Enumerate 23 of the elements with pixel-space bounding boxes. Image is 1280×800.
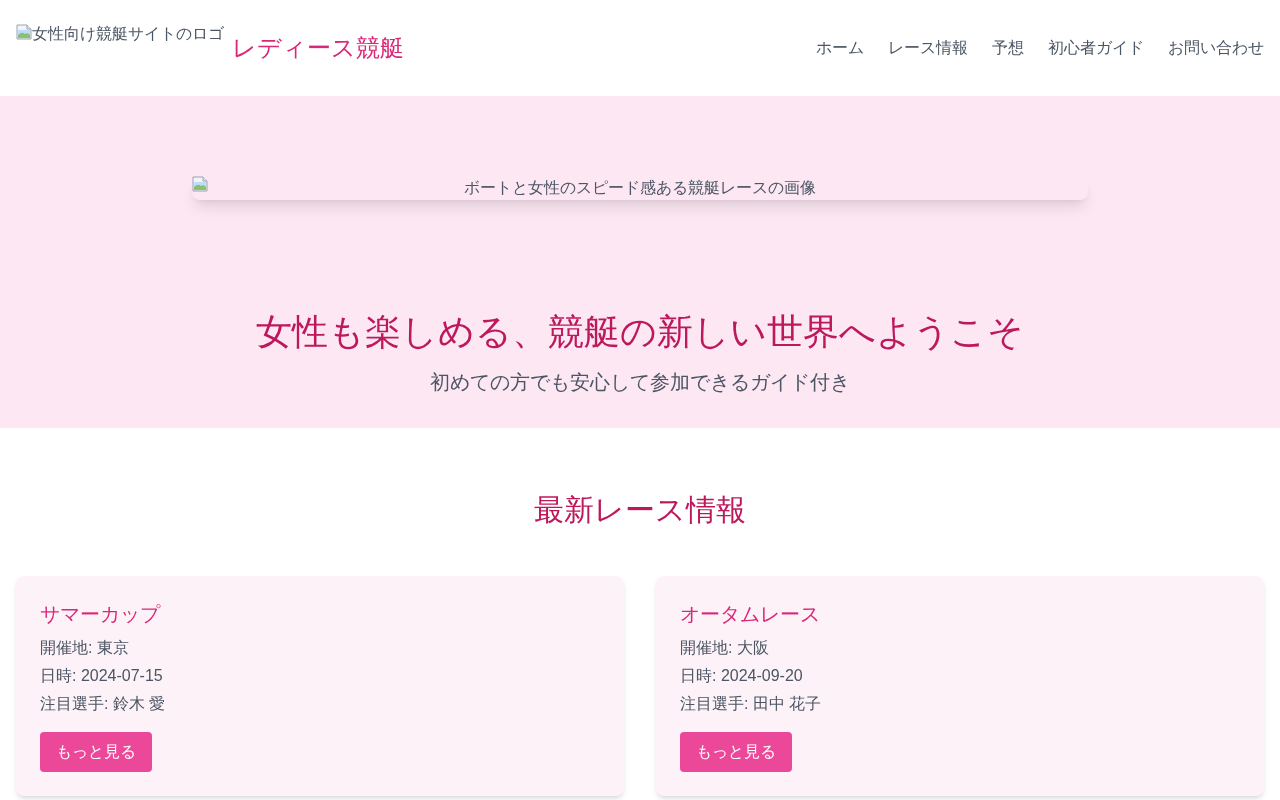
- race-venue: 開催地: 東京: [40, 638, 130, 658]
- nav-link[interactable]: ホーム: [816, 36, 864, 60]
- nav-link[interactable]: 初心者ガイド: [1048, 36, 1144, 60]
- logo-alt-text: 女性向け競艇サイトのロゴ: [32, 24, 224, 44]
- nav-link[interactable]: 予想: [992, 36, 1024, 60]
- site-title: レディース競艇: [232, 33, 404, 63]
- race-name: オータムレース: [680, 602, 820, 627]
- more-button[interactable]: もっと見る: [40, 732, 152, 772]
- section-heading: 最新レース情報: [533, 492, 747, 528]
- hero-title: 女性も楽しめる、競艇の新しい世界へようこそ: [255, 312, 1025, 352]
- image-alt-text: ボートと女性のスピード感ある競艇レースの画像: [464, 178, 816, 198]
- race-name: サマーカップ: [40, 602, 160, 627]
- featured-racer: 注目選手: 田中 花子: [680, 694, 822, 714]
- broken-image-icon: [192, 176, 208, 192]
- race-date: 日時: 2024-07-15: [40, 666, 164, 686]
- nav-link[interactable]: お問い合わせ: [1168, 36, 1264, 60]
- more-button[interactable]: もっと見る: [680, 732, 792, 772]
- hero-subtitle: 初めての方でも安心して参加できるガイド付き: [429, 370, 851, 395]
- nav-link[interactable]: レース情報: [888, 36, 968, 60]
- featured-racer: 注目選手: 鈴木 愛: [40, 694, 166, 714]
- race-date: 日時: 2024-09-20: [680, 666, 804, 686]
- broken-image-icon: [16, 24, 32, 40]
- race-venue: 開催地: 大阪: [680, 638, 770, 658]
